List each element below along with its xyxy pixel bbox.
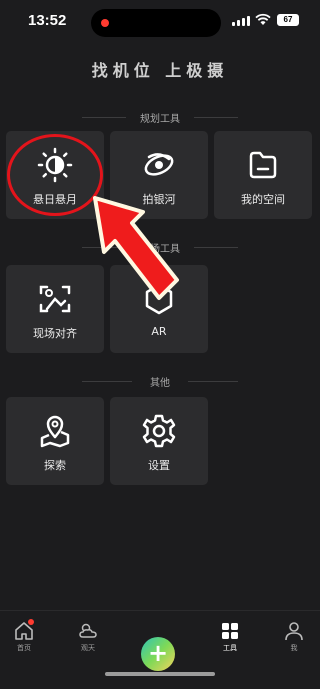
- tab-tools[interactable]: 工具: [210, 617, 250, 657]
- galaxy-icon: [144, 153, 174, 176]
- tool-card-explore[interactable]: 探索: [6, 397, 104, 485]
- add-button[interactable]: +: [141, 637, 175, 671]
- tool-card-settings[interactable]: 设置: [110, 397, 208, 485]
- battery-icon: 67: [277, 14, 299, 26]
- page-title: 找机位 上极摄: [91, 61, 229, 80]
- tool-card-label: 设置: [148, 459, 170, 472]
- cellular-signal-icon: [232, 16, 250, 26]
- tab-label: 我: [290, 644, 298, 652]
- section-label: 其他: [150, 378, 170, 389]
- tab-me[interactable]: 我: [274, 617, 314, 657]
- scene-align-icon: [39, 285, 71, 313]
- section-header-other: 其他: [0, 374, 320, 389]
- tab-label: 首页: [17, 644, 31, 652]
- person-icon: [285, 622, 303, 641]
- tool-card-label: 探索: [44, 459, 66, 472]
- section-label: 规划工具: [140, 114, 180, 125]
- tool-card-label: 现场对齐: [33, 327, 77, 340]
- status-time: 13:52: [28, 12, 67, 29]
- recording-indicator-icon: [101, 19, 109, 27]
- plus-icon: +: [147, 639, 169, 667]
- battery-level: 67: [283, 15, 293, 24]
- annotation-arrow-icon: [93, 196, 179, 300]
- section-header-planning: 规划工具: [0, 110, 320, 125]
- tool-card-my-space[interactable]: 我的空间: [214, 131, 312, 219]
- tab-home[interactable]: 首页: [4, 617, 44, 657]
- notification-badge: [28, 619, 34, 625]
- status-bar: 13:52 67: [0, 0, 320, 44]
- tab-sky[interactable]: 观天: [68, 617, 108, 657]
- map-pin-icon: [40, 415, 70, 448]
- tab-label: 工具: [223, 644, 237, 652]
- gear-icon: [142, 414, 176, 448]
- weather-icon: [79, 623, 97, 638]
- bottom-tab-bar: 首页 观天 + 工具 我: [0, 610, 320, 689]
- tab-label: 观天: [81, 644, 95, 652]
- grid-icon: [222, 623, 238, 639]
- home-indicator[interactable]: [105, 672, 215, 676]
- dynamic-island: [91, 9, 221, 37]
- folder-icon: [249, 151, 277, 179]
- tool-card-label: 我的空间: [241, 193, 285, 206]
- tool-card-label: AR: [151, 325, 167, 338]
- wifi-icon: [255, 13, 271, 25]
